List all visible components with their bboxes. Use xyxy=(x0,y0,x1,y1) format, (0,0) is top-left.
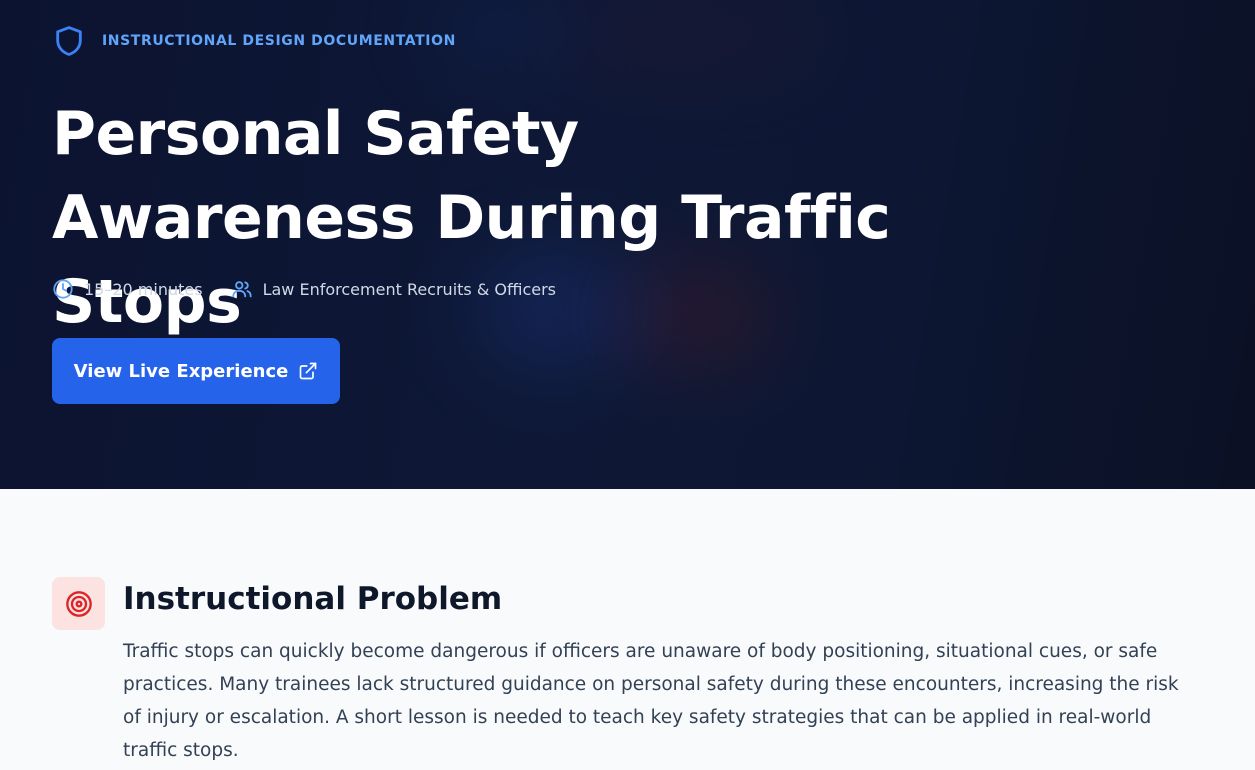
eyebrow: INSTRUCTIONAL DESIGN DOCUMENTATION xyxy=(52,24,456,58)
page-title: Personal Safety Awareness During Traffic… xyxy=(52,99,891,337)
section-icon-badge xyxy=(52,577,105,630)
cta-label: View Live Experience xyxy=(73,360,289,382)
course-meta: 15–20 minutes Law Enforcement Recruits &… xyxy=(52,278,556,300)
audience-text: Law Enforcement Recruits & Officers xyxy=(262,279,557,299)
target-icon xyxy=(65,590,92,617)
view-live-experience-button[interactable]: View Live Experience xyxy=(52,338,340,404)
clock-icon xyxy=(53,279,73,299)
users-icon xyxy=(231,281,252,298)
eyebrow-label: INSTRUCTIONAL DESIGN DOCUMENTATION xyxy=(102,33,456,49)
audience-meta: Law Enforcement Recruits & Officers xyxy=(231,278,556,300)
shield-icon xyxy=(56,26,82,56)
external-link-icon xyxy=(300,362,317,380)
section-title: Instructional Problem xyxy=(123,581,503,617)
duration-text: 15–20 minutes xyxy=(84,279,203,299)
background-glow xyxy=(560,0,820,70)
hero-banner: INSTRUCTIONAL DESIGN DOCUMENTATION Perso… xyxy=(0,0,1255,489)
duration-meta: 15–20 minutes xyxy=(52,278,203,300)
section-body: Traffic stops can quickly become dangero… xyxy=(123,641,1179,761)
